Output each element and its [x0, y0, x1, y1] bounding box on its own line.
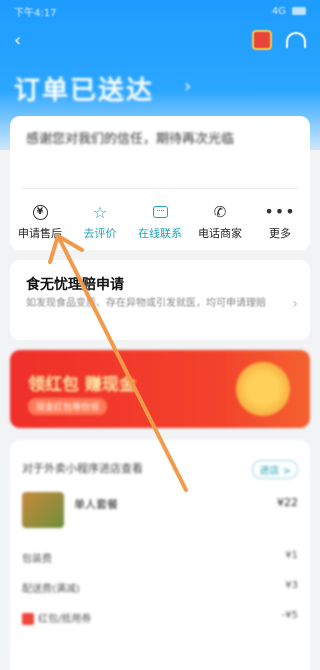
top-nav: ‹ — [0, 26, 320, 54]
online-contact-button[interactable]: 在线联系 — [131, 202, 189, 241]
star-icon: ☆ — [92, 202, 108, 222]
after-sales-button[interactable]: ¥ 申请售后 — [11, 202, 69, 241]
banner-title: 领红包 赚现金 — [28, 375, 136, 395]
coin-icon — [236, 362, 290, 416]
after-sales-label: 申请售后 — [18, 227, 62, 240]
refund-icon: ¥ — [32, 204, 48, 220]
fee-label: 红包/抵用券 — [38, 614, 92, 625]
phone-icon: ✆ — [213, 203, 227, 221]
fee-value: ¥1 — [285, 550, 298, 561]
chat-icon — [152, 206, 168, 218]
online-contact-label: 在线联系 — [138, 227, 182, 240]
back-icon[interactable]: ‹ — [14, 30, 21, 51]
status-message: 感谢您对我们的信任，期待再次光临 — [26, 132, 235, 147]
chevron-right-icon[interactable]: › — [184, 76, 191, 97]
order-detail-card: 对于外卖小程序进店查看 进店 > 单人套餐 ¥22 包装费 ¥1 配送费(满减)… — [10, 440, 310, 670]
more-button[interactable]: ••• 更多 — [251, 202, 309, 241]
more-label: 更多 — [269, 227, 291, 240]
insurance-desc: 如发现食品变质、存在异物或引发就医，均可申请理赔 — [26, 298, 266, 309]
review-button[interactable]: ☆ 去评价 — [71, 202, 129, 241]
call-merchant-label: 电话商家 — [198, 227, 242, 240]
coupon-icon — [22, 613, 34, 625]
banner-subtitle: 现金红包等你领 — [28, 398, 108, 415]
enter-shop-button[interactable]: 进店 > — [252, 460, 298, 479]
more-icon: ••• — [264, 202, 296, 221]
status-bar: 下午4:17 4G — [0, 0, 320, 22]
insurance-title: 食无忧理赔申请 — [26, 277, 124, 293]
insurance-claim-card[interactable]: 食无忧理赔申请 如发现食品变质、存在异物或引发就医，均可申请理赔 › — [10, 260, 310, 340]
status-time: 下午4:17 — [14, 7, 57, 19]
fee-label: 配送费(满减) — [22, 584, 80, 595]
battery-icon — [292, 7, 306, 15]
fee-value: -¥5 — [281, 610, 298, 621]
chevron-right-icon: › — [292, 296, 298, 312]
fee-label: 包装费 — [22, 554, 52, 565]
fee-value: ¥3 — [285, 580, 298, 591]
shop-name: 对于外卖小程序进店查看 — [22, 462, 143, 475]
review-label: 去评价 — [83, 227, 117, 240]
call-merchant-button[interactable]: ✆ 电话商家 — [191, 202, 249, 241]
fee-row: 包装费 ¥1 — [22, 550, 298, 565]
red-packet-icon[interactable] — [252, 30, 272, 50]
action-bar: ¥ 申请售后 ☆ 去评价 在线联系 ✆ 电话商家 ••• 更多 — [10, 202, 310, 242]
page-title: 订单已送达 — [14, 76, 155, 106]
fee-row: 红包/抵用券 -¥5 — [22, 610, 298, 625]
order-item: 单人套餐 ¥22 — [22, 492, 298, 532]
fee-row: 配送费(满减) ¥3 — [22, 580, 298, 595]
item-name: 单人套餐 — [74, 498, 118, 511]
customer-service-icon[interactable] — [286, 32, 306, 48]
network-indicator: 4G — [271, 5, 286, 17]
order-status-card: 感谢您对我们的信任，期待再次光临 ¥ 申请售后 ☆ 去评价 在线联系 ✆ 电话商… — [10, 116, 310, 250]
item-price: ¥22 — [277, 496, 298, 509]
food-image — [22, 492, 64, 528]
promo-banner[interactable]: 领红包 赚现金 现金红包等你领 — [10, 350, 310, 428]
divider — [22, 188, 298, 189]
